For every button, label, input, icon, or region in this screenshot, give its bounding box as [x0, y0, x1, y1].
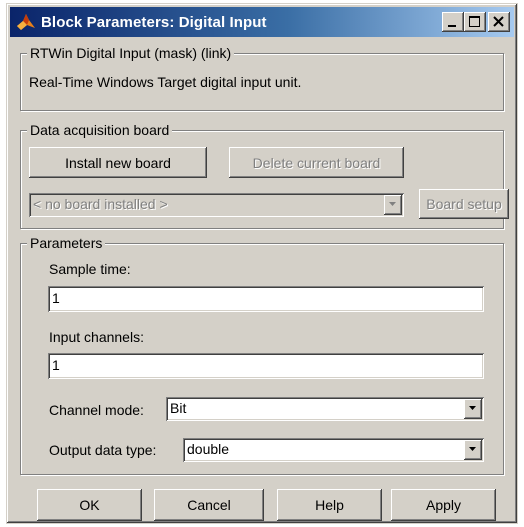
title-bar[interactable]: Block Parameters: Digital Input	[10, 7, 514, 37]
ok-button[interactable]: OK	[37, 489, 142, 521]
delete-current-board-button[interactable]: Delete current board	[229, 147, 404, 178]
close-icon	[493, 16, 504, 27]
output-data-type-dropdown[interactable]	[464, 440, 482, 460]
maximize-icon	[469, 16, 480, 27]
board-select-dropdown[interactable]	[384, 195, 402, 215]
mask-description: Real-Time Windows Target digital input u…	[29, 74, 302, 90]
output-data-type-select[interactable]: double	[183, 438, 484, 462]
chevron-down-icon	[389, 202, 396, 206]
data-acquisition-board-group: Data acquisition board Install new board…	[20, 121, 509, 229]
board-setup-button[interactable]: Board setup	[419, 189, 509, 219]
board-select-value: < no board installed >	[33, 196, 168, 212]
help-button[interactable]: Help	[277, 489, 382, 521]
apply-button[interactable]: Apply	[391, 489, 496, 521]
sample-time-input[interactable]: 1	[48, 286, 484, 312]
input-channels-label: Input channels:	[49, 329, 144, 345]
channel-mode-select[interactable]: Bit	[166, 397, 484, 421]
channel-mode-label: Channel mode:	[49, 402, 144, 418]
mask-group-title: RTWin Digital Input (mask) (link)	[27, 44, 235, 62]
cancel-button[interactable]: Cancel	[154, 489, 264, 521]
channel-mode-value: Bit	[170, 400, 187, 416]
sample-time-value: 1	[52, 290, 60, 306]
minimize-icon	[448, 25, 456, 27]
input-channels-input[interactable]: 1	[48, 353, 484, 379]
matlab-logo-icon	[17, 14, 35, 30]
board-select[interactable]: < no board installed >	[29, 193, 404, 217]
sample-time-label: Sample time:	[49, 261, 131, 277]
window-title: Block Parameters: Digital Input	[41, 13, 267, 31]
block-parameters-dialog: Block Parameters: Digital Input RTWin Di…	[6, 3, 518, 524]
chevron-down-icon	[469, 447, 476, 451]
install-new-board-button[interactable]: Install new board	[29, 147, 207, 178]
parameters-group-title: Parameters	[27, 234, 106, 252]
maximize-button[interactable]	[464, 12, 486, 32]
output-data-type-value: double	[187, 441, 230, 457]
mask-description-group: RTWin Digital Input (mask) (link) Real-T…	[20, 44, 504, 111]
input-channels-value: 1	[52, 357, 60, 373]
close-button[interactable]	[488, 12, 510, 32]
chevron-down-icon	[469, 406, 476, 410]
parameters-group: Parameters Sample time: 1 Input channels…	[20, 234, 504, 475]
board-group-title: Data acquisition board	[27, 121, 173, 139]
output-data-type-label: Output data type:	[49, 442, 157, 458]
minimize-button[interactable]	[442, 12, 464, 32]
channel-mode-dropdown[interactable]	[464, 399, 482, 419]
